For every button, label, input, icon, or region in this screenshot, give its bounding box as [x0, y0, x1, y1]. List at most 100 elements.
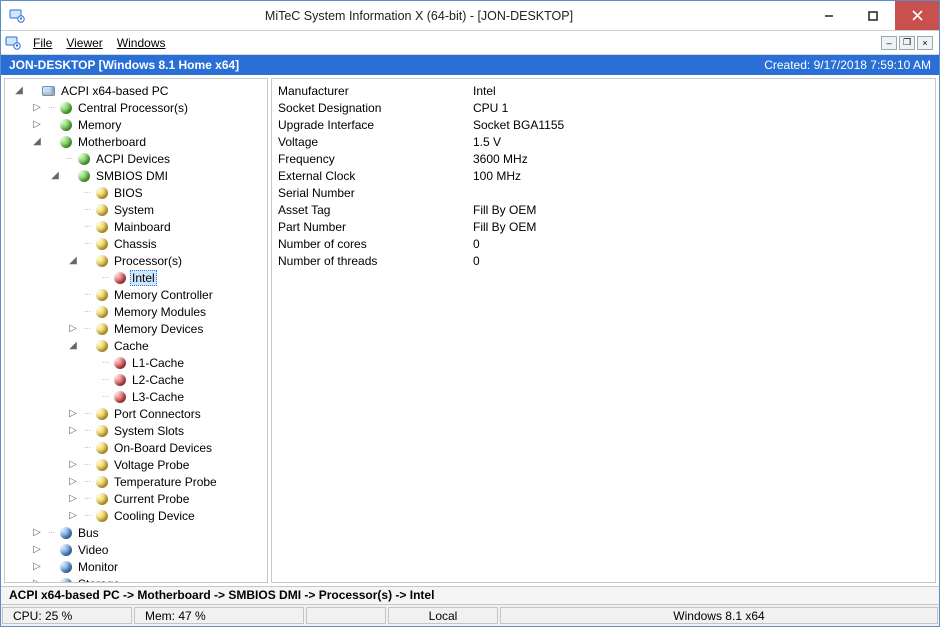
tree-connector: ··· [80, 493, 94, 504]
status-bar: CPU: 25 % Mem: 47 % Local Windows 8.1 x6… [1, 604, 939, 626]
expand-icon[interactable]: ▷ [67, 493, 79, 505]
tree-connector: ··· [80, 476, 94, 487]
tree-node-motherboard[interactable]: ◢Motherboard [5, 133, 267, 150]
expand-icon[interactable]: ▷ [67, 510, 79, 522]
node-label: L2-Cache [130, 373, 186, 387]
tree-node-memory-modules[interactable]: ···Memory Modules [5, 303, 267, 320]
tree-node-chassis[interactable]: ···Chassis [5, 235, 267, 252]
expand-icon[interactable]: ▷ [31, 527, 43, 539]
tree-node-l2-cache[interactable]: ···L2-Cache [5, 371, 267, 388]
expand-icon[interactable]: ▷ [67, 476, 79, 488]
tree-node-bus[interactable]: ▷···Bus [5, 524, 267, 541]
tree-node-monitor[interactable]: ▷Monitor [5, 558, 267, 575]
node-icon [60, 102, 72, 114]
expand-icon[interactable]: ▷ [31, 119, 43, 131]
expand-icon[interactable]: ▷ [31, 544, 43, 556]
expand-icon[interactable]: ◢ [31, 136, 43, 148]
tree-connector: ··· [44, 527, 58, 538]
detail-value: Intel [473, 84, 929, 98]
node-label: Processor(s) [112, 254, 184, 268]
detail-key: Serial Number [278, 186, 473, 200]
tree-connector: ··· [98, 391, 112, 402]
expand-icon[interactable]: ▷ [31, 561, 43, 573]
tree-node-memory-devices[interactable]: ▷···Memory Devices [5, 320, 267, 337]
expand-icon[interactable]: ▷ [67, 323, 79, 335]
expand-icon[interactable]: ▷ [67, 408, 79, 420]
detail-row[interactable]: Upgrade InterfaceSocket BGA1155 [278, 116, 929, 133]
detail-row[interactable]: ManufacturerIntel [278, 82, 929, 99]
tree-connector: ··· [80, 459, 94, 470]
tree-node-on-board-devices[interactable]: ···On-Board Devices [5, 439, 267, 456]
expand-icon [67, 221, 79, 233]
menu-file[interactable]: File [27, 33, 58, 53]
tree-node-current-probe[interactable]: ▷···Current Probe [5, 490, 267, 507]
detail-row[interactable]: Socket DesignationCPU 1 [278, 99, 929, 116]
tree-node-port-connectors[interactable]: ▷···Port Connectors [5, 405, 267, 422]
tree-node-smbios-dmi[interactable]: ◢SMBIOS DMI [5, 167, 267, 184]
detail-row[interactable]: Serial Number [278, 184, 929, 201]
node-label: ACPI Devices [94, 152, 172, 166]
expand-icon[interactable]: ◢ [13, 85, 25, 97]
close-button[interactable] [895, 1, 939, 30]
tree-connector: ··· [80, 425, 94, 436]
detail-key: Number of cores [278, 237, 473, 251]
node-icon [60, 578, 72, 584]
expand-icon[interactable]: ◢ [67, 255, 79, 267]
mdi-minimize-button[interactable]: – [881, 36, 897, 50]
node-label: Memory Modules [112, 305, 208, 319]
tree-node-l1-cache[interactable]: ···L1-Cache [5, 354, 267, 371]
tree-node-voltage-probe[interactable]: ▷··· Voltage Probe [5, 456, 267, 473]
tree-node-temperature-probe[interactable]: ▷···Temperature Probe [5, 473, 267, 490]
tree-node-memory[interactable]: ▷Memory [5, 116, 267, 133]
node-label: Intel [130, 270, 157, 286]
detail-view[interactable]: ManufacturerIntelSocket DesignationCPU 1… [271, 78, 936, 583]
detail-row[interactable]: Frequency3600 MHz [278, 150, 929, 167]
tree-node-mainboard[interactable]: ···Mainboard [5, 218, 267, 235]
detail-row[interactable]: Number of threads0 [278, 252, 929, 269]
tree-node-memory-controller[interactable]: ···Memory Controller [5, 286, 267, 303]
tree-connector: ··· [80, 289, 94, 300]
expand-icon[interactable]: ▷ [31, 578, 43, 584]
tree-node-storage[interactable]: ▷ Storage [5, 575, 267, 583]
minimize-button[interactable] [807, 1, 851, 30]
expand-icon[interactable]: ▷ [67, 459, 79, 471]
tree-connector: ··· [98, 357, 112, 368]
menu-viewer[interactable]: Viewer [60, 33, 108, 53]
detail-row[interactable]: External Clock100 MHz [278, 167, 929, 184]
tree-node-intel[interactable]: ···Intel [5, 269, 267, 286]
detail-key: Voltage [278, 135, 473, 149]
mdi-close-button[interactable]: × [917, 36, 933, 50]
info-bar: JON-DESKTOP [Windows 8.1 Home x64] Creat… [1, 55, 939, 75]
tree-node-system-slots[interactable]: ▷···System Slots [5, 422, 267, 439]
node-label: Voltage Probe [112, 458, 191, 472]
tree-node-system[interactable]: ···System [5, 201, 267, 218]
host-label: JON-DESKTOP [Windows 8.1 Home x64] [9, 58, 239, 72]
tree-node-processor-s-[interactable]: ◢ Processor(s) [5, 252, 267, 269]
tree-node-cooling-device[interactable]: ▷···Cooling Device [5, 507, 267, 524]
expand-icon [67, 289, 79, 301]
menu-windows[interactable]: Windows [111, 33, 172, 53]
tree-view[interactable]: ◢ACPI x64-based PC▷···Central Processor(… [4, 78, 268, 583]
tree-node-acpi-devices[interactable]: ···ACPI Devices [5, 150, 267, 167]
node-icon [96, 204, 108, 216]
detail-row[interactable]: Voltage1.5 V [278, 133, 929, 150]
tree-node-video[interactable]: ▷Video [5, 541, 267, 558]
expand-icon[interactable]: ◢ [49, 170, 61, 182]
expand-icon[interactable]: ▷ [31, 102, 43, 114]
detail-row[interactable]: Asset TagFill By OEM [278, 201, 929, 218]
mdi-restore-button[interactable]: ❐ [899, 36, 915, 50]
detail-row[interactable]: Number of cores0 [278, 235, 929, 252]
tree-node-l3-cache[interactable]: ··· L3-Cache [5, 388, 267, 405]
expand-icon[interactable]: ◢ [67, 340, 79, 352]
tree-node-cache[interactable]: ◢Cache [5, 337, 267, 354]
node-label: Storage [76, 577, 122, 584]
node-icon [96, 493, 108, 505]
node-label: L3-Cache [130, 390, 186, 404]
tree-node-bios[interactable]: ···BIOS [5, 184, 267, 201]
detail-row[interactable]: Part NumberFill By OEM [278, 218, 929, 235]
maximize-button[interactable] [851, 1, 895, 30]
expand-icon[interactable]: ▷ [67, 425, 79, 437]
tree-node-acpi-x64-based-pc[interactable]: ◢ACPI x64-based PC [5, 82, 267, 99]
tree-node-central-processor-s-[interactable]: ▷···Central Processor(s) [5, 99, 267, 116]
node-icon [96, 442, 108, 454]
